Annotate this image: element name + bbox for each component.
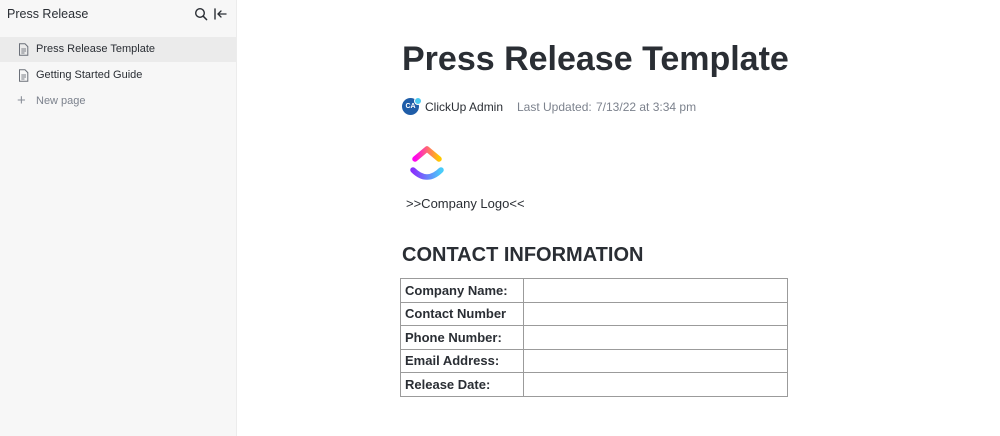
doc-icon (19, 43, 29, 56)
sidebar-item-press-release-template[interactable]: Press Release Template (0, 37, 236, 62)
table-cell-key[interactable]: Contact Number (400, 301, 524, 326)
page-title[interactable]: Press Release Template (402, 40, 789, 79)
sidebar-title: Press Release (7, 7, 89, 21)
contact-information-heading[interactable]: CONTACT INFORMATION (402, 244, 643, 267)
online-status-dot (414, 97, 422, 105)
table-row: Phone Number: (400, 325, 788, 350)
table-cell-key[interactable]: Release Date: (400, 372, 524, 397)
collapse-sidebar-icon[interactable] (213, 7, 227, 21)
company-logo-placeholder[interactable]: >>Company Logo<< (406, 196, 525, 211)
last-updated-label: Last Updated: (517, 100, 592, 114)
table-cell-value[interactable] (523, 278, 788, 303)
table-row: Contact Number (400, 301, 788, 326)
table-row: Release Date: (400, 372, 788, 397)
new-page-label: New page (36, 95, 86, 107)
sidebar-item-label: Getting Started Guide (36, 69, 143, 81)
contact-info-table: Company Name: Contact Number Phone Numbe… (400, 278, 788, 397)
table-cell-value[interactable] (523, 348, 788, 373)
clickup-logo-icon (410, 146, 444, 180)
new-page-button[interactable]: + New page (0, 89, 236, 114)
plus-icon: + (17, 92, 26, 109)
sidebar-item-getting-started-guide[interactable]: Getting Started Guide (0, 63, 236, 88)
doc-icon (19, 69, 29, 82)
table-cell-value[interactable] (523, 372, 788, 397)
table-cell-key[interactable]: Phone Number: (400, 325, 524, 350)
table-cell-key[interactable]: Email Address: (400, 348, 524, 373)
last-updated-value: 7/13/22 at 3:34 pm (596, 100, 697, 114)
search-icon[interactable] (194, 7, 208, 21)
author-name[interactable]: ClickUp Admin (425, 100, 503, 114)
table-row: Email Address: (400, 348, 788, 373)
table-cell-value[interactable] (523, 301, 788, 326)
table-cell-value[interactable] (523, 325, 788, 350)
table-cell-key[interactable]: Company Name: (400, 278, 524, 303)
sidebar: Press Release Press Release Template Get… (0, 0, 237, 436)
table-row: Company Name: (400, 278, 788, 303)
sidebar-header: Press Release (0, 0, 236, 28)
sidebar-item-label: Press Release Template (36, 43, 156, 55)
app-window: Press Release Press Release Template Get… (0, 0, 1000, 436)
